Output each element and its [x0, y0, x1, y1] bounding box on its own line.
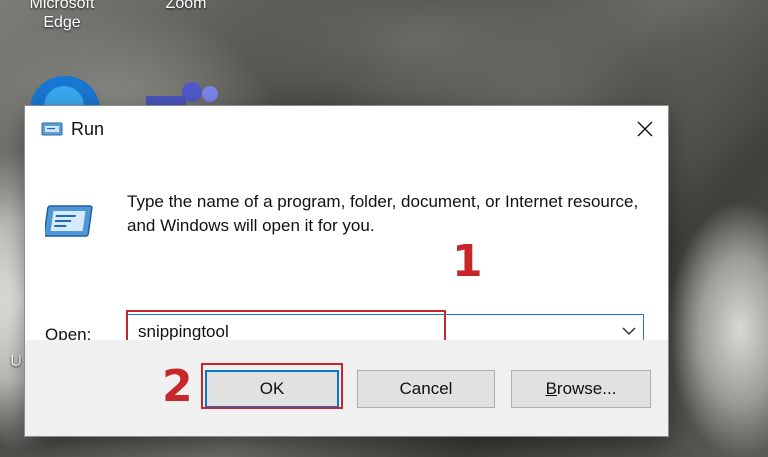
title-bar: Run — [25, 106, 668, 154]
dialog-body: Type the name of a program, folder, docu… — [25, 154, 668, 350]
chevron-down-icon — [622, 327, 636, 336]
run-dialog: Run Type the name of a program, folder, … — [25, 106, 668, 436]
annotation-step-2: 2 — [162, 361, 193, 412]
cancel-button[interactable]: Cancel — [357, 370, 495, 408]
dialog-footer: OK Cancel Browse... — [25, 340, 668, 436]
teams-icon[interactable] — [140, 82, 220, 108]
dialog-title: Run — [71, 119, 105, 139]
close-icon — [637, 121, 653, 137]
dialog-description: Type the name of a program, folder, docu… — [127, 192, 639, 235]
ok-button[interactable]: OK — [205, 370, 339, 408]
dropdown-button[interactable] — [619, 321, 639, 341]
browse-rest: rowse... — [556, 379, 617, 398]
edge-label-line2: Edge — [43, 14, 81, 31]
browse-mnemonic: B — [545, 379, 557, 398]
desktop-partial-label: U — [10, 353, 22, 370]
close-button[interactable] — [622, 106, 668, 152]
desktop-icon-edge-label[interactable]: Microsoft Edge — [18, 0, 106, 32]
desktop-icon-zoom-label[interactable]: Zoom — [146, 0, 226, 13]
edge-label-line1: Microsoft — [29, 0, 95, 12]
run-app-icon — [41, 122, 63, 136]
annotation-step-1: 1 — [452, 236, 483, 287]
run-large-icon — [45, 205, 93, 237]
open-input[interactable]: snippingtool — [138, 322, 229, 342]
browse-button[interactable]: Browse... — [511, 370, 651, 408]
